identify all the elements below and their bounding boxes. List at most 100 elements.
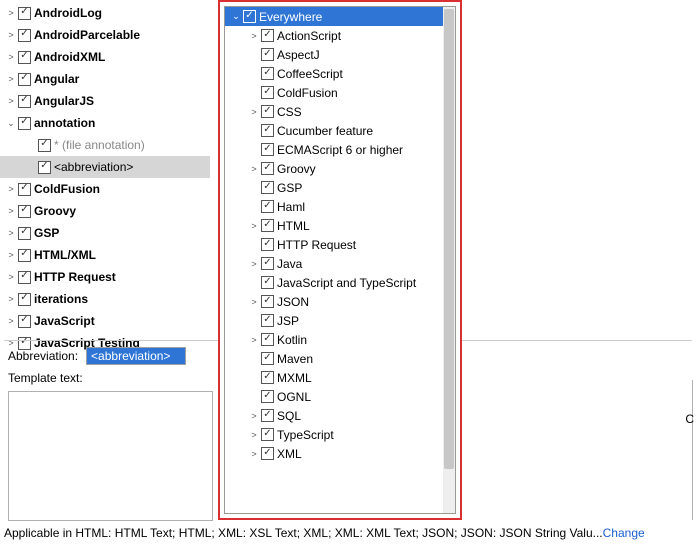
- popup-item-groovy[interactable]: > Groovy: [225, 159, 455, 178]
- chevron-down-icon[interactable]: ⌄: [4, 116, 18, 130]
- popup-scrollbar[interactable]: [443, 7, 455, 513]
- checkbox[interactable]: [18, 205, 31, 218]
- chevron-right-icon[interactable]: >: [247, 257, 261, 271]
- checkbox[interactable]: [261, 181, 274, 194]
- checkbox[interactable]: [261, 29, 274, 42]
- popup-scrollbar-thumb[interactable]: [444, 9, 454, 469]
- checkbox[interactable]: [261, 219, 274, 232]
- popup-item-sql[interactable]: > SQL: [225, 406, 455, 425]
- popup-item-html[interactable]: > HTML: [225, 216, 455, 235]
- popup-item-coffeescript[interactable]: CoffeeScript: [225, 64, 455, 83]
- chevron-right-icon[interactable]: >: [4, 28, 18, 42]
- popup-item-ognl[interactable]: OGNL: [225, 387, 455, 406]
- tree-item-iterations[interactable]: >iterations: [0, 288, 210, 310]
- popup-item-jsp[interactable]: JSP: [225, 311, 455, 330]
- checkbox[interactable]: [18, 271, 31, 284]
- checkbox[interactable]: [261, 105, 274, 118]
- popup-item-gsp[interactable]: GSP: [225, 178, 455, 197]
- checkbox[interactable]: [261, 86, 274, 99]
- chevron-right-icon[interactable]: >: [4, 50, 18, 64]
- chevron-right-icon[interactable]: >: [4, 204, 18, 218]
- chevron-right-icon[interactable]: >: [4, 226, 18, 240]
- tree-item-androidparcelable[interactable]: >AndroidParcelable: [0, 24, 210, 46]
- chevron-right-icon[interactable]: >: [247, 105, 261, 119]
- popup-item-everywhere[interactable]: ⌄ Everywhere: [225, 7, 455, 26]
- tree-item-html-xml[interactable]: >HTML/XML: [0, 244, 210, 266]
- popup-item-coldfusion[interactable]: ColdFusion: [225, 83, 455, 102]
- popup-item-cucumber-feature[interactable]: Cucumber feature: [225, 121, 455, 140]
- chevron-right-icon[interactable]: >: [4, 72, 18, 86]
- checkbox[interactable]: [261, 333, 274, 346]
- chevron-down-icon[interactable]: ⌄: [229, 10, 243, 24]
- checkbox[interactable]: [261, 409, 274, 422]
- chevron-right-icon[interactable]: >: [247, 219, 261, 233]
- tree-item-androidlog[interactable]: >AndroidLog: [0, 2, 210, 24]
- tree-item-angular[interactable]: >Angular: [0, 68, 210, 90]
- checkbox[interactable]: [38, 161, 51, 174]
- checkbox[interactable]: [261, 295, 274, 308]
- checkbox[interactable]: [261, 238, 274, 251]
- popup-item-http-request[interactable]: HTTP Request: [225, 235, 455, 254]
- popup-item-json[interactable]: > JSON: [225, 292, 455, 311]
- checkbox[interactable]: [18, 293, 31, 306]
- chevron-right-icon[interactable]: >: [247, 447, 261, 461]
- template-text-input[interactable]: [8, 391, 213, 521]
- checkbox[interactable]: [261, 143, 274, 156]
- popup-item-actionscript[interactable]: > ActionScript: [225, 26, 455, 45]
- popup-item-ecmascript-6-or-higher[interactable]: ECMAScript 6 or higher: [225, 140, 455, 159]
- chevron-right-icon[interactable]: >: [4, 270, 18, 284]
- popup-item-aspectj[interactable]: AspectJ: [225, 45, 455, 64]
- checkbox[interactable]: [261, 352, 274, 365]
- checkbox[interactable]: [261, 390, 274, 403]
- chevron-right-icon[interactable]: >: [4, 248, 18, 262]
- tree-item-coldfusion[interactable]: >ColdFusion: [0, 178, 210, 200]
- tree-item--file-annotation-[interactable]: * (file annotation): [0, 134, 210, 156]
- chevron-right-icon[interactable]: >: [4, 314, 18, 328]
- checkbox[interactable]: [18, 183, 31, 196]
- change-link[interactable]: Change: [603, 526, 645, 540]
- checkbox[interactable]: [261, 67, 274, 80]
- checkbox[interactable]: [243, 10, 256, 23]
- checkbox[interactable]: [18, 51, 31, 64]
- popup-item-haml[interactable]: Haml: [225, 197, 455, 216]
- checkbox[interactable]: [261, 162, 274, 175]
- popup-item-mxml[interactable]: MXML: [225, 368, 455, 387]
- checkbox[interactable]: [18, 7, 31, 20]
- chevron-right-icon[interactable]: >: [4, 182, 18, 196]
- checkbox[interactable]: [261, 48, 274, 61]
- chevron-right-icon[interactable]: >: [4, 6, 18, 20]
- checkbox[interactable]: [18, 227, 31, 240]
- checkbox[interactable]: [261, 200, 274, 213]
- chevron-right-icon[interactable]: >: [247, 29, 261, 43]
- tree-item-androidxml[interactable]: >AndroidXML: [0, 46, 210, 68]
- checkbox[interactable]: [261, 257, 274, 270]
- checkbox[interactable]: [261, 447, 274, 460]
- tree-item-annotation[interactable]: ⌄annotation: [0, 112, 210, 134]
- checkbox[interactable]: [261, 428, 274, 441]
- popup-item-kotlin[interactable]: > Kotlin: [225, 330, 455, 349]
- abbreviation-input[interactable]: <abbreviation>: [86, 347, 186, 365]
- chevron-right-icon[interactable]: >: [247, 295, 261, 309]
- chevron-right-icon[interactable]: >: [247, 162, 261, 176]
- popup-item-java[interactable]: > Java: [225, 254, 455, 273]
- tree-item--abbreviation-[interactable]: <abbreviation>: [0, 156, 210, 178]
- chevron-right-icon[interactable]: >: [4, 292, 18, 306]
- tree-item-http-request[interactable]: >HTTP Request: [0, 266, 210, 288]
- checkbox[interactable]: [261, 124, 274, 137]
- chevron-right-icon[interactable]: >: [247, 409, 261, 423]
- chevron-right-icon[interactable]: >: [247, 428, 261, 442]
- checkbox[interactable]: [38, 139, 51, 152]
- tree-item-angularjs[interactable]: >AngularJS: [0, 90, 210, 112]
- checkbox[interactable]: [18, 29, 31, 42]
- tree-item-javascript[interactable]: >JavaScript: [0, 310, 210, 332]
- checkbox[interactable]: [261, 276, 274, 289]
- checkbox[interactable]: [18, 315, 31, 328]
- checkbox[interactable]: [18, 117, 31, 130]
- popup-item-xml[interactable]: > XML: [225, 444, 455, 463]
- chevron-right-icon[interactable]: >: [4, 94, 18, 108]
- popup-item-typescript[interactable]: > TypeScript: [225, 425, 455, 444]
- popup-item-css[interactable]: > CSS: [225, 102, 455, 121]
- checkbox[interactable]: [18, 73, 31, 86]
- chevron-right-icon[interactable]: >: [247, 333, 261, 347]
- popup-item-maven[interactable]: Maven: [225, 349, 455, 368]
